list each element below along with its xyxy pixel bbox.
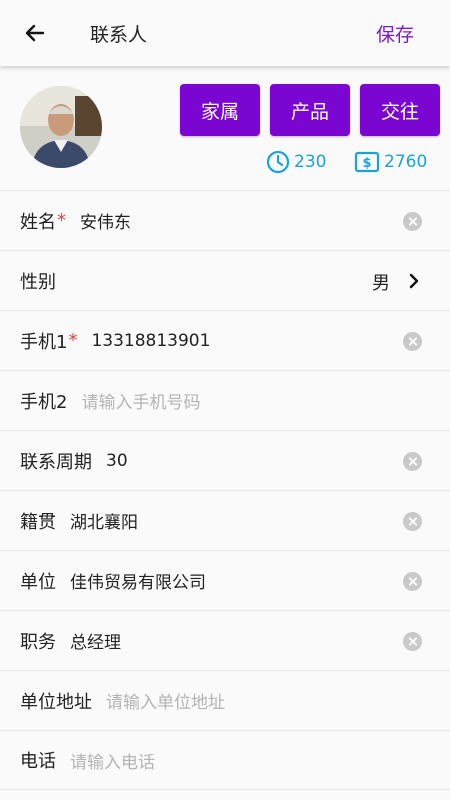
name-row: 姓名 * 安伟东 [0, 190, 450, 250]
company-row: 单位 佳伟贸易有限公司 [0, 550, 450, 610]
company-input[interactable]: 佳伟贸易有限公司 [70, 568, 206, 593]
contact-cycle-input[interactable]: 30 [106, 451, 128, 471]
name-label: 姓名 [20, 211, 56, 233]
save-button[interactable]: 保存 [376, 20, 414, 47]
interactions-button[interactable]: 交往 [360, 84, 440, 136]
family-button[interactable]: 家属 [180, 84, 260, 136]
clear-icon[interactable] [403, 572, 422, 591]
phone2-input[interactable]: 请输入手机号码 [81, 388, 200, 413]
hometown-label: 籍贯 [20, 511, 56, 533]
clear-icon[interactable] [403, 332, 422, 351]
company-label: 单位 [20, 571, 56, 593]
page-title: 联系人 [90, 24, 148, 46]
products-button[interactable]: 产品 [270, 84, 350, 136]
clock-icon [266, 150, 290, 174]
company-address-input[interactable]: 请输入单位地址 [106, 688, 225, 713]
phone2-label: 手机2 [20, 391, 68, 413]
dollar-icon: $ [354, 151, 380, 173]
required-mark: * [57, 210, 66, 231]
company-address-label: 单位地址 [20, 691, 92, 713]
telephone-label: 电话 [20, 751, 56, 772]
telephone-row: 电话 请输入电话 [0, 730, 450, 790]
contact-cycle-label: 联系周期 [20, 451, 92, 473]
gender-label: 性别 [20, 271, 56, 293]
name-input[interactable]: 安伟东 [80, 208, 131, 233]
time-stat-value: 230 [294, 152, 327, 172]
avatar-photo [20, 86, 102, 168]
phone1-label: 手机1 [20, 331, 68, 353]
phone2-row: 手机2 请输入手机号码 [0, 370, 450, 430]
svg-text:$: $ [362, 156, 371, 171]
company-address-row: 单位地址 请输入单位地址 [0, 670, 450, 730]
position-input[interactable]: 总经理 [70, 628, 121, 653]
required-mark: * [68, 330, 78, 351]
avatar[interactable] [20, 86, 102, 168]
position-label: 职务 [20, 631, 56, 653]
hometown-input[interactable]: 湖北襄阳 [70, 508, 138, 533]
telephone-input[interactable]: 请输入电话 [70, 748, 155, 773]
arrow-left-icon [25, 24, 45, 42]
contact-cycle-row: 联系周期 30 [0, 430, 450, 490]
money-stat-value: 2760 [384, 152, 428, 172]
clear-icon[interactable] [403, 512, 422, 531]
clear-icon[interactable] [403, 212, 422, 231]
gender-value[interactable]: 男 [372, 269, 390, 295]
phone1-row: 手机1 * 13318813901 [0, 310, 450, 370]
clear-icon[interactable] [403, 632, 422, 651]
contact-header: 家属 产品 交往 230 $ 2760 [0, 66, 450, 190]
gender-row[interactable]: 性别 男 [0, 250, 450, 310]
position-row: 职务 总经理 [0, 610, 450, 670]
contact-form: 姓名 * 安伟东 性别 男 手机1 * 13318813901 手机2 请输入手机号… [0, 190, 450, 790]
money-stat: $ 2760 [354, 150, 427, 174]
clear-icon[interactable] [403, 452, 422, 471]
back-button[interactable] [20, 18, 50, 48]
hometown-row: 籍贯 湖北襄阳 [0, 490, 450, 550]
chevron-right-icon[interactable] [404, 271, 424, 291]
phone1-input[interactable]: 13318813901 [91, 331, 210, 351]
time-stat: 230 [266, 150, 326, 174]
app-bar: 联系人 保存 [0, 0, 450, 66]
